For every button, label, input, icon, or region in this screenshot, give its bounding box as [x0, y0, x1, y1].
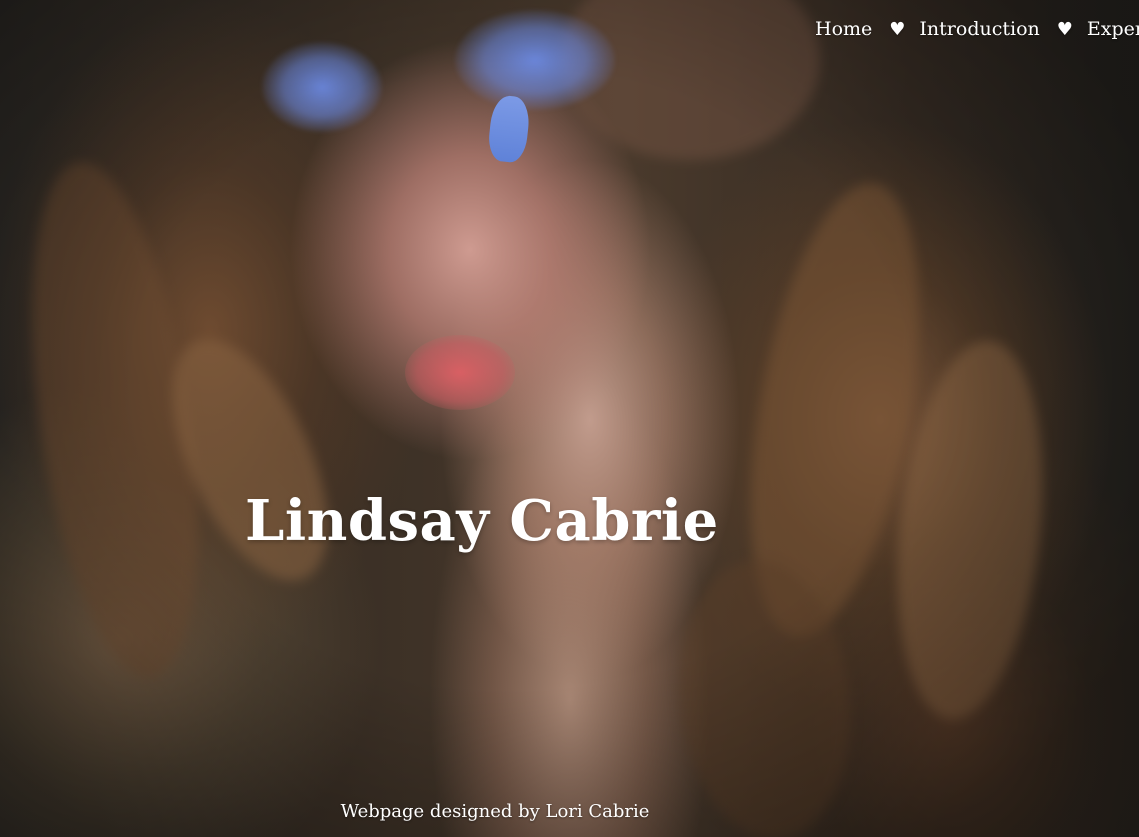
nav-home-link[interactable]: Home: [815, 18, 872, 40]
nav-introduction-link[interactable]: Introduction: [919, 18, 1039, 40]
page-title: Lindsay Cabrie: [245, 488, 719, 554]
nav-experience-link[interactable]: Experie: [1087, 18, 1139, 40]
top-nav: Home ♥ Introduction ♥ Experie: [815, 17, 1139, 42]
footer-credit: Webpage designed by Lori Cabrie: [340, 801, 650, 822]
page: Home ♥ Introduction ♥ Experie Lindsay Cabrie…: [0, 0, 1139, 837]
heart-icon: ♥: [1056, 19, 1073, 40]
heart-icon: ♥: [889, 19, 906, 40]
vignette-overlay: [0, 0, 1139, 837]
